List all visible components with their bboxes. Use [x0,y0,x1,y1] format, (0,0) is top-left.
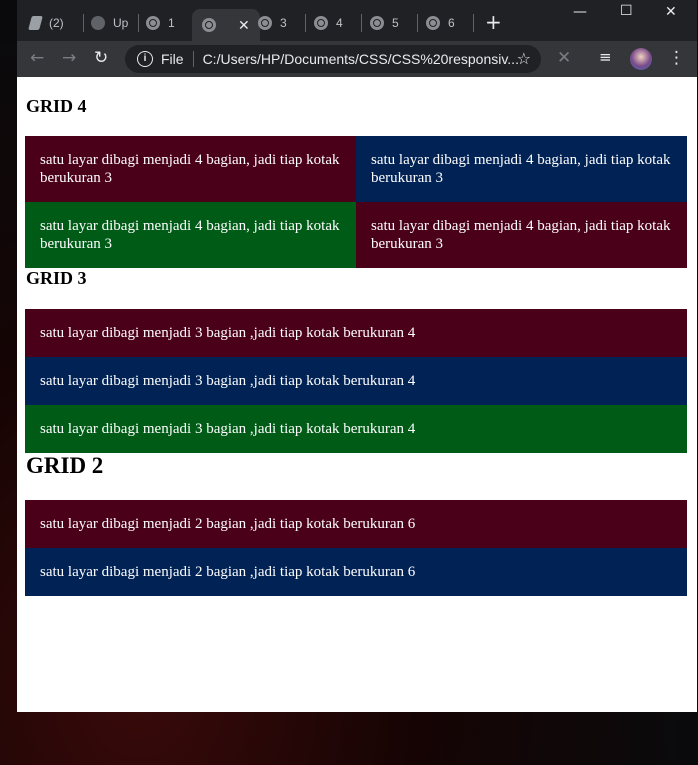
tab-label: 6 [448,16,455,30]
tab-5[interactable]: 3 [258,9,287,37]
tab-1[interactable]: (2) [28,9,64,37]
grid4-heading: GRID 4 [26,96,87,116]
minimize-icon[interactable]: — [573,4,587,20]
grid4-box: satu layar dibagi menjadi 4 bagian, jadi… [356,136,687,202]
tab-strip: (2) Up 1 ✕ 3 4 5 6 + — ☐ ✕ [17,0,697,41]
maximize-icon[interactable]: ☐ [620,3,633,19]
browser-window: (2) Up 1 ✕ 3 4 5 6 + — ☐ ✕ ← → ↻ i File … [17,0,697,712]
grid3-box: satu layar dibagi menjadi 3 bagian ,jadi… [25,309,687,357]
bookmark-star-icon[interactable]: ☆ [517,49,531,68]
tab-6[interactable]: 4 [314,9,343,37]
grid3-heading: GRID 3 [26,268,87,288]
tab-active[interactable]: ✕ [192,9,260,41]
grid2-box: satu layar dibagi menjadi 2 bagian ,jadi… [25,500,687,548]
reload-icon[interactable]: ↻ [94,48,108,68]
tab-label: 1 [168,16,175,30]
tab-label: 3 [280,16,287,30]
grid4-box: satu layar dibagi menjadi 4 bagian, jadi… [25,202,356,268]
tab-divider [361,14,362,32]
tab-8[interactable]: 6 [426,9,455,37]
tab-divider [417,14,418,32]
extension-x-icon[interactable]: ✕ [557,48,571,68]
tab-divider [473,14,474,32]
grid4-box: satu layar dibagi menjadi 4 bagian, jadi… [356,202,687,268]
grid2-heading: GRID 2 [26,453,104,478]
address-bar[interactable]: i File C:/Users/HP/Documents/CSS/CSS%20r… [125,45,541,73]
globe-icon [370,16,384,30]
globe-icon [258,16,272,30]
tab-label: Up [113,16,129,30]
tab-2[interactable]: Up [91,9,128,37]
globe-icon [314,16,328,30]
profile-avatar[interactable] [630,48,652,70]
menu-dots-icon[interactable]: ⋮ [668,48,685,68]
tab-label: 5 [392,16,399,30]
tab-label: 4 [336,16,343,30]
grid3-box: satu layar dibagi menjadi 3 bagian ,jadi… [25,405,687,453]
scheme-label: File [161,51,184,67]
window-close-icon[interactable]: ✕ [665,4,677,20]
globe-icon [146,16,160,30]
grid4-box: satu layar dibagi menjadi 4 bagian, jadi… [25,136,356,202]
tab-7[interactable]: 5 [370,9,399,37]
browser-toolbar: ← → ↻ i File C:/Users/HP/Documents/CSS/C… [17,41,697,77]
info-icon[interactable]: i [137,51,153,67]
tab-divider [83,14,84,32]
tab-divider [305,14,306,32]
tab-divider [138,14,139,32]
grid2-box: satu layar dibagi menjadi 2 bagian ,jadi… [25,548,687,596]
tab-label: (2) [49,16,64,30]
tab-3[interactable]: 1 [146,9,175,37]
globe-icon [202,18,216,32]
media-queue-icon[interactable]: ≡ [599,48,612,66]
back-arrow-icon[interactable]: ← [30,48,44,68]
url-text[interactable]: C:/Users/HP/Documents/CSS/CSS%20responsi… [203,51,519,67]
forward-arrow-icon[interactable]: → [62,48,76,68]
page-content: GRID 4 satu layar dibagi menjadi 4 bagia… [17,77,697,712]
globe-icon [426,16,440,30]
new-tab-icon[interactable]: + [485,10,502,34]
github-icon [91,16,105,30]
grid3-box: satu layar dibagi menjadi 3 bagian ,jadi… [25,357,687,405]
document-icon [28,16,43,30]
address-divider [192,51,194,67]
close-tab-icon[interactable]: ✕ [238,17,250,34]
